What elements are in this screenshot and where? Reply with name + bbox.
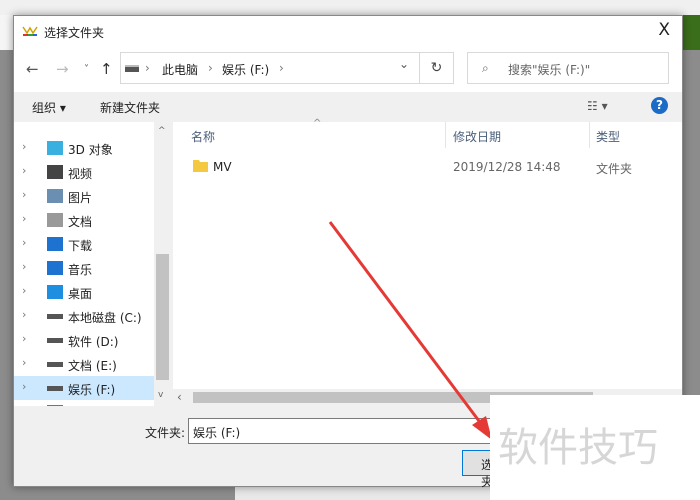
watermark: 软件技巧 — [490, 395, 700, 500]
